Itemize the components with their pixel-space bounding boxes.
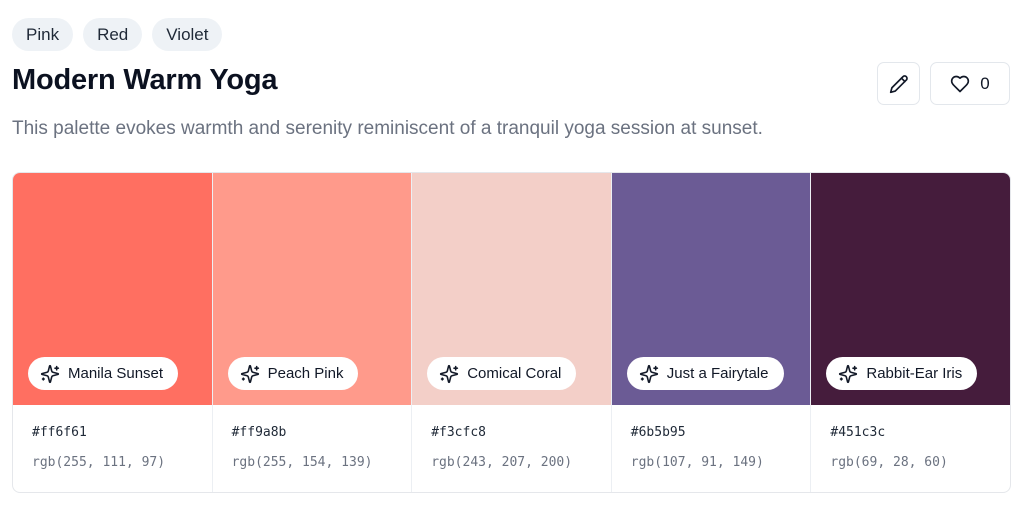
tag-pink[interactable]: Pink: [12, 18, 74, 51]
color-swatch[interactable]: Peach Pink: [212, 173, 412, 405]
like-count: 0: [980, 73, 990, 93]
color-name: Just a Fairytale: [666, 365, 769, 382]
color-name: Peach Pink: [267, 365, 344, 382]
color-hex[interactable]: #451c3c: [830, 425, 1010, 440]
color-name-badge[interactable]: Manila Sunset: [28, 357, 179, 390]
color-column: Comical Coral #f3cfc8 rgb(243, 207, 200): [412, 173, 612, 492]
color-hex[interactable]: #ff9a8b: [232, 425, 412, 440]
color-info: #ff9a8b rgb(255, 154, 139): [213, 405, 412, 492]
color-info: #ff6f61 rgb(255, 111, 97): [13, 405, 212, 492]
palette-actions: 0: [877, 62, 1010, 105]
color-hex[interactable]: #ff6f61: [32, 425, 212, 440]
color-rgb[interactable]: rgb(243, 207, 200): [431, 455, 611, 470]
color-rgb[interactable]: rgb(255, 111, 97): [32, 455, 212, 470]
heart-icon: [950, 74, 970, 94]
color-swatch[interactable]: Comical Coral: [412, 173, 611, 405]
color-rgb[interactable]: rgb(107, 91, 149): [631, 455, 811, 470]
color-info: #6b5b95 rgb(107, 91, 149): [612, 405, 811, 492]
tag-list: Pink Red Violet: [12, 18, 223, 51]
color-rgb[interactable]: rgb(255, 154, 139): [232, 455, 412, 470]
like-button[interactable]: 0: [930, 62, 1010, 105]
color-name-badge[interactable]: Comical Coral: [427, 357, 577, 390]
color-name-badge[interactable]: Peach Pink: [227, 357, 359, 390]
color-swatch[interactable]: Manila Sunset: [13, 173, 212, 405]
color-name: Comical Coral: [467, 365, 562, 382]
sparkles-icon: [838, 364, 858, 384]
palette-swatches: Manila Sunset #ff6f61 rgb(255, 111, 97) …: [12, 172, 1011, 493]
tag-red[interactable]: Red: [83, 18, 143, 51]
page-title: Modern Warm Yoga: [12, 64, 278, 96]
palette-description: This palette evokes warmth and serenity …: [12, 118, 763, 139]
pencil-icon: [889, 74, 909, 94]
color-info: #451c3c rgb(69, 28, 60): [811, 405, 1010, 492]
color-swatch[interactable]: Rabbit-Ear Iris: [811, 173, 1010, 405]
color-name-badge[interactable]: Rabbit-Ear Iris: [826, 357, 978, 390]
color-column: Rabbit-Ear Iris #451c3c rgb(69, 28, 60): [811, 173, 1010, 492]
color-column: Manila Sunset #ff6f61 rgb(255, 111, 97): [13, 173, 213, 492]
edit-button[interactable]: [877, 62, 920, 105]
color-column: Just a Fairytale #6b5b95 rgb(107, 91, 14…: [611, 173, 812, 492]
color-rgb[interactable]: rgb(69, 28, 60): [830, 455, 1010, 470]
sparkles-icon: [240, 364, 260, 384]
color-name-badge[interactable]: Just a Fairytale: [626, 357, 784, 390]
color-name: Rabbit-Ear Iris: [866, 365, 963, 382]
tag-violet[interactable]: Violet: [152, 18, 223, 51]
color-column: Peach Pink #ff9a8b rgb(255, 154, 139): [212, 173, 413, 492]
sparkles-icon: [40, 364, 60, 384]
sparkles-icon: [639, 364, 659, 384]
color-name: Manila Sunset: [68, 365, 164, 382]
color-hex[interactable]: #f3cfc8: [431, 425, 611, 440]
sparkles-icon: [439, 364, 459, 384]
color-hex[interactable]: #6b5b95: [631, 425, 811, 440]
color-info: #f3cfc8 rgb(243, 207, 200): [412, 405, 611, 492]
color-swatch[interactable]: Just a Fairytale: [611, 173, 811, 405]
